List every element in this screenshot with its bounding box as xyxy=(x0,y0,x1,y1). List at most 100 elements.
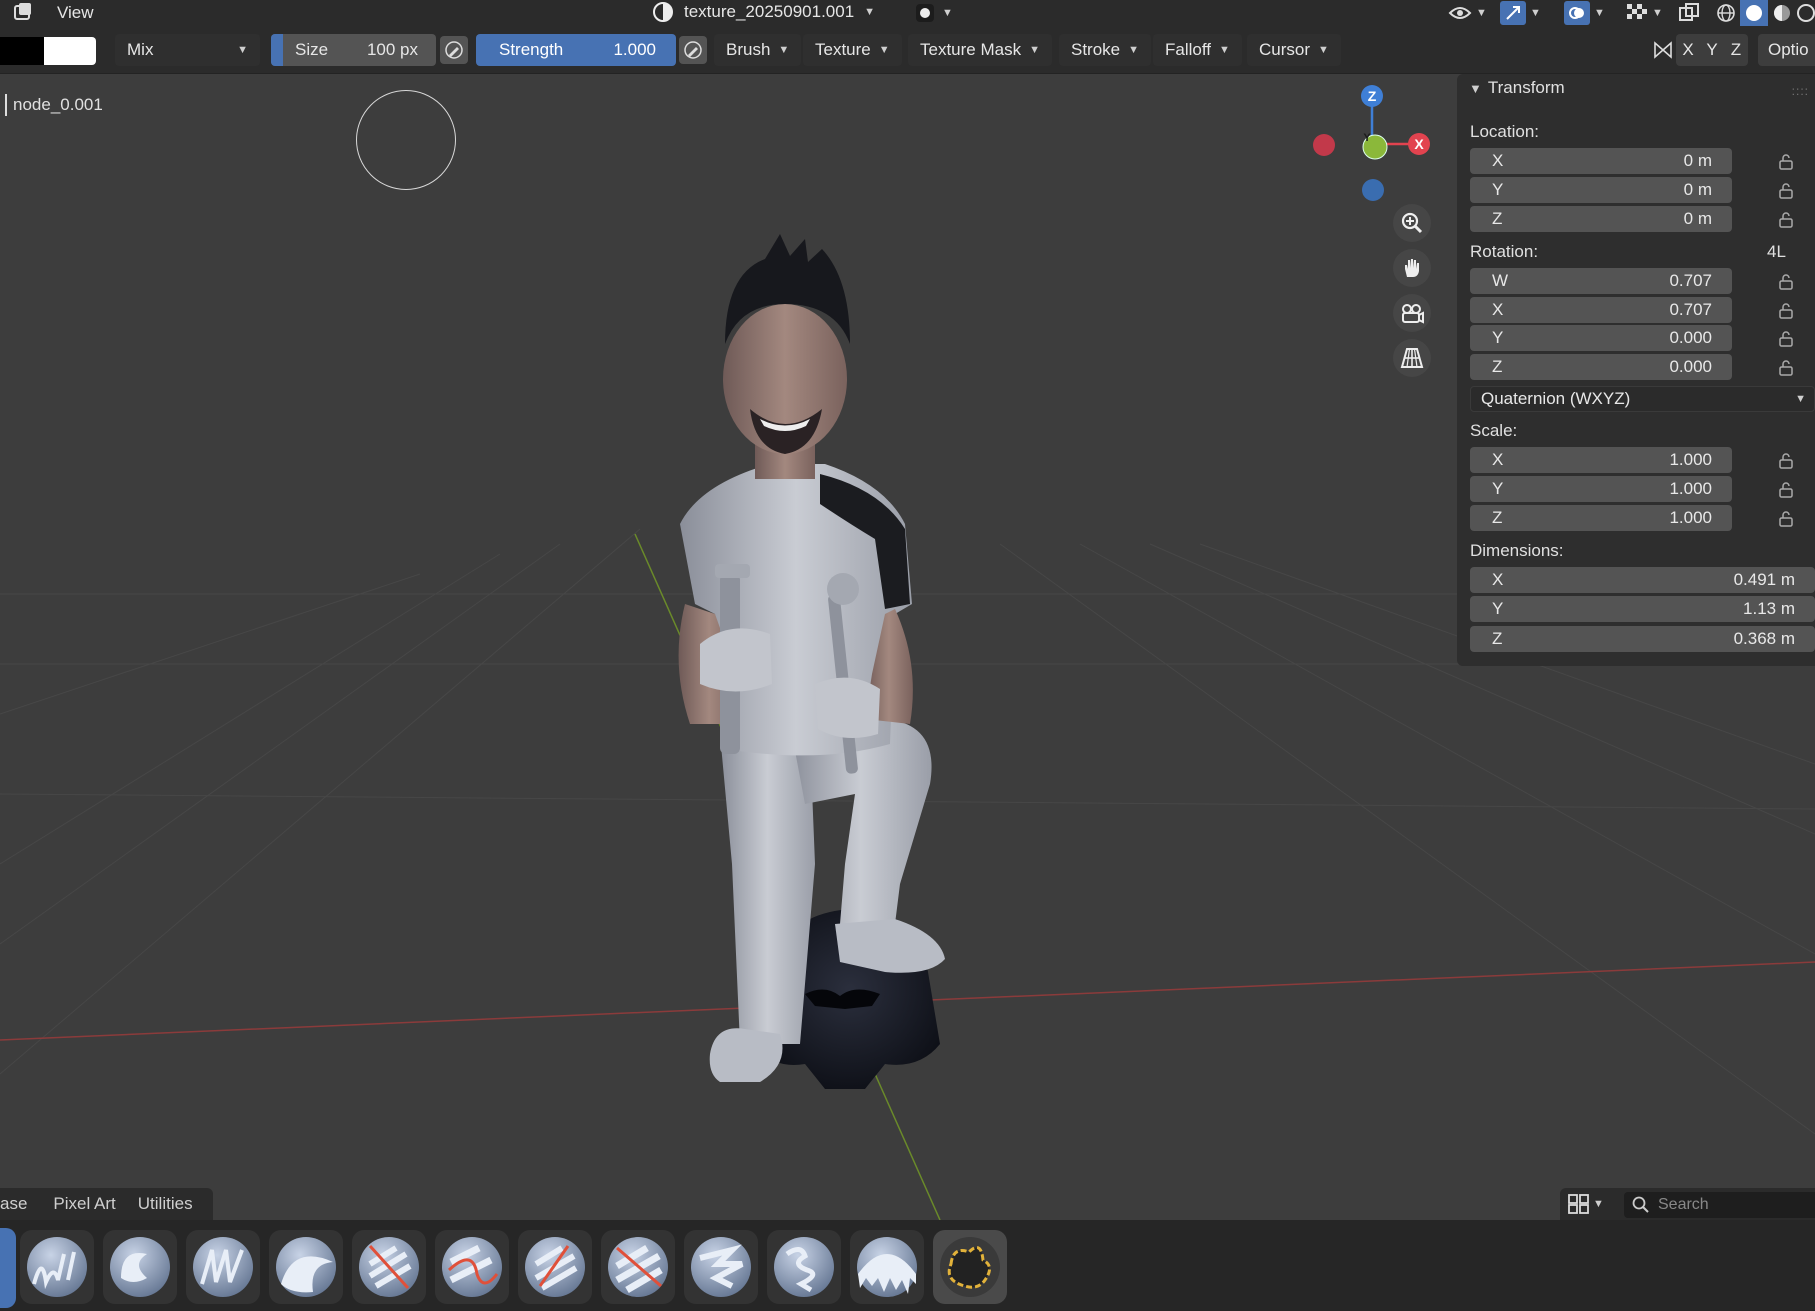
gizmo-toggle[interactable]: ▼ xyxy=(1500,0,1541,26)
brush-menu[interactable]: Brush ▼ xyxy=(714,34,802,66)
zoom-button[interactable] xyxy=(1393,204,1431,242)
field-value: 0.000 xyxy=(1669,357,1712,376)
brush-tile[interactable] xyxy=(352,1230,426,1304)
tab-utilities[interactable]: Utilities xyxy=(128,1194,203,1214)
texture-menu[interactable]: Texture ▼ xyxy=(803,34,902,66)
size-field[interactable]: Size 100 px xyxy=(271,34,436,66)
brush-tile[interactable] xyxy=(850,1230,924,1304)
brush-smear-icon xyxy=(110,1237,170,1297)
field-axis-label: Z xyxy=(1492,629,1503,648)
secondary-color-swatch[interactable] xyxy=(44,37,96,65)
shading-modes xyxy=(1712,0,1815,26)
falloff-menu[interactable]: Falloff ▼ xyxy=(1153,34,1242,66)
rendered-shading-button[interactable] xyxy=(1796,0,1815,26)
view-menu[interactable]: View xyxy=(57,1,94,25)
brush-tile[interactable] xyxy=(684,1230,758,1304)
image-selector[interactable]: texture_20250901.001 ▼ xyxy=(652,0,875,24)
unlock-icon[interactable] xyxy=(1779,274,1793,290)
mirror-x-button[interactable]: X xyxy=(1676,34,1700,66)
wireframe-shading-button[interactable] xyxy=(1712,0,1740,26)
scale-z-field[interactable]: Z 1.000 xyxy=(1470,505,1732,531)
transform-panel-header[interactable]: ▼ Transform xyxy=(1469,78,1565,98)
stroke-menu[interactable]: Stroke ▼ xyxy=(1059,34,1152,66)
unlock-icon[interactable] xyxy=(1779,154,1793,170)
rotation-y-field[interactable]: Y 0.000 xyxy=(1470,325,1732,351)
rotation-x-field[interactable]: X 0.707 xyxy=(1470,297,1732,323)
display-settings-dropdown[interactable]: ▼ xyxy=(1568,1192,1610,1216)
tab-base[interactable]: ase xyxy=(0,1194,41,1214)
field-value: 0 m xyxy=(1683,209,1712,228)
mirror-y-button[interactable]: Y xyxy=(1700,34,1724,66)
rotation-4l-toggle[interactable]: 4L xyxy=(1767,242,1786,262)
field-value: 0.707 xyxy=(1669,271,1712,290)
field-value: 0.368 m xyxy=(1733,629,1795,648)
field-value: 1.13 m xyxy=(1743,599,1795,618)
dimensions-y-field[interactable]: Y 1.13 m xyxy=(1470,596,1815,622)
location-y-field[interactable]: Y 0 m xyxy=(1470,177,1732,203)
brush-tile[interactable] xyxy=(186,1230,260,1304)
camera-view-button[interactable] xyxy=(1393,294,1431,332)
stroke-menu-label: Stroke xyxy=(1071,40,1121,59)
unlock-icon[interactable] xyxy=(1779,183,1793,199)
perspective-toggle-button[interactable] xyxy=(1393,339,1431,377)
cursor-menu[interactable]: Cursor ▼ xyxy=(1247,34,1341,66)
editor-type-icon[interactable] xyxy=(12,2,34,22)
material-shading-button[interactable] xyxy=(1768,0,1796,26)
transform-title: Transform xyxy=(1487,78,1565,97)
grid-view-icon xyxy=(1568,1194,1589,1214)
location-z-field[interactable]: Z 0 m xyxy=(1470,206,1732,232)
brush-tile[interactable] xyxy=(933,1230,1007,1304)
asset-search-input[interactable]: Search xyxy=(1624,1192,1815,1218)
gizmo-y-label: Y xyxy=(1363,132,1371,144)
brush-tile[interactable] xyxy=(435,1230,509,1304)
solid-shading-button[interactable] xyxy=(1740,0,1768,26)
options-button[interactable]: Optio xyxy=(1758,34,1815,66)
selected-brush-tile[interactable] xyxy=(0,1228,16,1308)
strength-pressure-toggle[interactable] xyxy=(679,36,707,64)
brush-tile[interactable] xyxy=(767,1230,841,1304)
xray-square-icon xyxy=(1679,3,1699,21)
unlock-icon[interactable] xyxy=(1779,331,1793,347)
rotation-mode-value: Quaternion (WXYZ) xyxy=(1481,389,1631,408)
dimensions-x-field[interactable]: X 0.491 m xyxy=(1470,567,1815,593)
overlays-toggle[interactable]: ▼ xyxy=(1564,0,1605,26)
search-icon xyxy=(1632,1196,1649,1213)
unlock-icon[interactable] xyxy=(1779,453,1793,469)
xray-toggle[interactable] xyxy=(1678,1,1700,25)
unlock-icon[interactable] xyxy=(1779,360,1793,376)
navigation-gizmo[interactable]: Z X Y xyxy=(1300,74,1450,214)
brush-tile[interactable] xyxy=(518,1230,592,1304)
field-axis-label: Y xyxy=(1492,599,1504,618)
brush-tile[interactable] xyxy=(103,1230,177,1304)
tab-pixel-art[interactable]: Pixel Art xyxy=(41,1194,127,1214)
gizmo-x-label: X xyxy=(1414,136,1424,152)
strength-field[interactable]: Strength 1.000 xyxy=(476,34,676,66)
unlock-icon[interactable] xyxy=(1779,303,1793,319)
brush-tile[interactable] xyxy=(20,1230,94,1304)
mirror-z-button[interactable]: Z xyxy=(1724,34,1748,66)
blend-mode-dropdown[interactable]: Mix ▼ xyxy=(115,34,260,66)
xray-selector[interactable]: ▼ xyxy=(1626,1,1663,25)
pan-button[interactable] xyxy=(1393,249,1431,287)
pin-slot-selector[interactable]: ▼ xyxy=(914,1,953,25)
location-x-field[interactable]: X 0 m xyxy=(1470,148,1732,174)
texture-mask-menu[interactable]: Texture Mask ▼ xyxy=(908,34,1052,66)
unlock-icon[interactable] xyxy=(1779,511,1793,527)
rotation-w-field[interactable]: W 0.707 xyxy=(1470,268,1732,294)
chevron-down-icon: ▼ xyxy=(1530,7,1541,19)
rotation-z-field[interactable]: Z 0.000 xyxy=(1470,354,1732,380)
scale-x-field[interactable]: X 1.000 xyxy=(1470,447,1732,473)
brush-tile[interactable] xyxy=(601,1230,675,1304)
primary-color-swatch[interactable] xyxy=(0,37,44,65)
visibility-selector[interactable]: ▼ xyxy=(1448,1,1487,25)
size-pressure-toggle[interactable] xyxy=(440,36,468,64)
dimensions-z-field[interactable]: Z 0.368 m xyxy=(1470,626,1815,652)
unlock-icon[interactable] xyxy=(1779,212,1793,228)
brush-cursor-circle xyxy=(356,90,456,190)
scale-y-field[interactable]: Y 1.000 xyxy=(1470,476,1732,502)
unlock-icon[interactable] xyxy=(1779,482,1793,498)
rotation-mode-dropdown[interactable]: Quaternion (WXYZ) ▼ xyxy=(1470,386,1815,412)
drag-handle-icon[interactable]: :::: xyxy=(1792,84,1809,98)
brush-tile[interactable] xyxy=(269,1230,343,1304)
blend-mode-value: Mix xyxy=(127,40,154,59)
